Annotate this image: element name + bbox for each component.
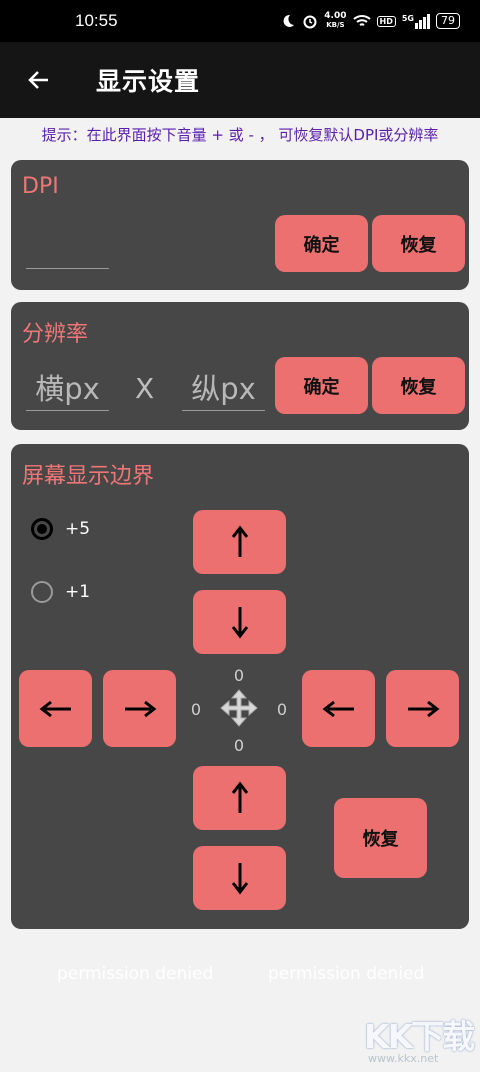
arrow-right-icon [124, 700, 156, 717]
dpi-confirm-button[interactable]: 确定 [275, 215, 368, 272]
dpi-title: DPI [22, 174, 59, 199]
resolution-card: 分辨率 横px X 纵px 确定 恢复 [11, 302, 469, 430]
height-input[interactable]: 纵px [182, 366, 265, 411]
border-card: 屏幕显示边界 +5 +1 0 0 0 0 恢复 [11, 444, 469, 929]
left-left-button[interactable] [19, 670, 92, 747]
watermark-logo: KK下载 www.kkx.net [364, 1017, 475, 1065]
top-offset-value: 0 [233, 666, 245, 685]
resolution-confirm-button[interactable]: 确定 [275, 357, 368, 414]
border-title: 屏幕显示边界 [22, 464, 155, 489]
network-speed: 4.00 KB/S [324, 11, 347, 30]
status-bar: 10:55 4.00 KB/S HD 5G 79 [0, 0, 480, 42]
arrow-left-icon [28, 71, 48, 89]
resolution-restore-button[interactable]: 恢复 [372, 357, 465, 414]
top-down-button[interactable] [193, 590, 286, 654]
bottom-up-button[interactable] [193, 766, 286, 830]
arrow-left-icon [39, 700, 71, 717]
border-restore-button[interactable]: 恢复 [334, 798, 427, 878]
arrow-up-icon [231, 781, 248, 813]
arrow-down-icon [231, 863, 248, 895]
move-icon [220, 689, 258, 727]
bottom-offset-value: 0 [233, 736, 245, 755]
top-up-button[interactable] [193, 510, 286, 574]
signal-icon: 5G [402, 13, 430, 29]
dpi-input[interactable] [26, 236, 109, 269]
back-button[interactable] [14, 55, 64, 105]
arrow-left-icon [322, 700, 354, 717]
page-title: 显示设置 [96, 67, 201, 96]
hd-badge: HD [376, 15, 396, 27]
permission-status-left: permission denied [57, 964, 214, 984]
step-option-5[interactable]: +5 [31, 518, 90, 540]
status-icons: 4.00 KB/S HD 5G 79 [280, 12, 460, 30]
right-offset-value: 0 [276, 700, 288, 719]
width-input[interactable]: 横px [26, 366, 109, 411]
dpi-restore-button[interactable]: 恢复 [372, 215, 465, 272]
radio-unselected-icon [31, 581, 53, 603]
right-right-button[interactable] [386, 670, 459, 747]
arrow-right-icon [407, 700, 439, 717]
status-time: 10:55 [75, 11, 118, 30]
bottom-down-button[interactable] [193, 846, 286, 910]
arrow-up-icon [231, 525, 248, 557]
radio-selected-icon [31, 518, 53, 540]
wifi-icon [352, 15, 371, 26]
moon-icon [283, 14, 295, 27]
resolution-separator: X [135, 372, 155, 405]
hint-text: 提示：在此界面按下音量 + 或 - ， 可恢复默认DPI或分辨率 [41, 126, 439, 144]
dpi-card: DPI 确定 恢复 [11, 160, 469, 290]
resolution-title: 分辨率 [22, 322, 89, 347]
left-offset-value: 0 [190, 700, 202, 719]
right-left-button[interactable] [302, 670, 375, 747]
arrow-down-icon [231, 607, 248, 639]
app-bar: 显示设置 [0, 42, 480, 118]
step-option-1[interactable]: +1 [31, 581, 90, 603]
permission-status-right: permission denied [268, 964, 425, 984]
battery-indicator: 79 [436, 13, 460, 29]
alarm-icon [303, 15, 317, 29]
left-right-button[interactable] [103, 670, 176, 747]
